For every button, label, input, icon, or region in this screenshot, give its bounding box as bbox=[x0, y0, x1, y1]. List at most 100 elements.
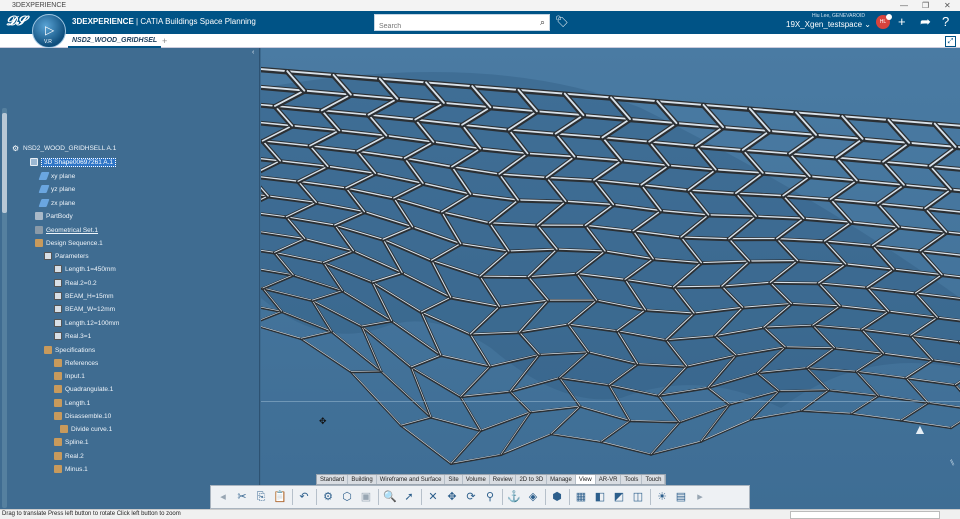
tree-root-node[interactable]: ⚙ NSD2_WOOD_GRIDHSELL A.1 bbox=[12, 142, 116, 154]
tree-node-icon bbox=[54, 465, 62, 473]
restore-icon[interactable]: ❐ bbox=[922, 0, 929, 11]
tree-item[interactable]: xy plane bbox=[38, 170, 75, 182]
collapse-panel-icon[interactable]: ‹ bbox=[252, 49, 254, 56]
compass-widget[interactable]: ▷ V.R bbox=[32, 14, 66, 48]
tree-node-icon bbox=[35, 226, 43, 234]
tree-item[interactable]: Length.1 bbox=[54, 397, 90, 409]
tab-review[interactable]: Review bbox=[490, 475, 517, 484]
tree-item-label: Input.1 bbox=[65, 372, 85, 380]
tree-item[interactable]: Real.2 bbox=[54, 450, 84, 462]
tab-building[interactable]: Building bbox=[348, 475, 377, 484]
tab-tools[interactable]: Tools bbox=[621, 475, 643, 484]
dassault-logo[interactable]: 𝓓𝓢 bbox=[6, 14, 26, 29]
rotate-icon[interactable]: ⟳ bbox=[463, 489, 479, 505]
view-cube-icon[interactable]: ◈ bbox=[525, 489, 541, 505]
tree-item[interactable]: BEAM_H=15mm bbox=[54, 290, 114, 302]
paste-icon[interactable]: 📋 bbox=[272, 489, 288, 505]
pan-icon[interactable]: ✥ bbox=[444, 489, 460, 505]
tree-item[interactable]: BEAM_W=12mm bbox=[54, 303, 115, 315]
tree-item[interactable]: yz plane bbox=[38, 183, 75, 195]
tab-2d-to-3d[interactable]: 2D to 3D bbox=[516, 475, 548, 484]
search-input[interactable] bbox=[375, 19, 525, 34]
tag-icon[interactable]: 🏷 bbox=[555, 15, 569, 28]
add-tab-button[interactable]: + bbox=[162, 34, 167, 48]
normal-view-icon[interactable]: ⚓ bbox=[506, 489, 522, 505]
render-style-icon[interactable]: ⬢ bbox=[549, 489, 565, 505]
tree-node-icon bbox=[44, 252, 52, 260]
tree-item[interactable]: Design Sequence.1 bbox=[35, 237, 103, 249]
tree-item-label: NSD2_WOOD_GRIDHSELL A.1 bbox=[23, 144, 117, 152]
command-input[interactable] bbox=[790, 511, 940, 519]
share-icon[interactable]: ➦ bbox=[920, 14, 931, 30]
tab-volume[interactable]: Volume bbox=[463, 475, 490, 484]
tab-ar-vr[interactable]: AR-VR bbox=[596, 475, 622, 484]
gridshell-beam bbox=[799, 409, 853, 415]
tree-item[interactable]: Input.1 bbox=[54, 370, 85, 382]
tree-item-label: Divide curve.1 bbox=[71, 425, 113, 433]
tab-site[interactable]: Site bbox=[445, 475, 463, 484]
tree-scrollbar-thumb[interactable] bbox=[2, 113, 7, 213]
tree-item[interactable]: zx plane bbox=[38, 197, 76, 209]
tab-standard[interactable]: Standard bbox=[317, 475, 349, 484]
shading-icon[interactable]: ▣ bbox=[358, 489, 374, 505]
tree-item[interactable]: Real.3=1 bbox=[54, 330, 91, 342]
more-icon[interactable]: ▸ bbox=[692, 489, 708, 505]
tree-item-label: zx plane bbox=[51, 199, 76, 207]
zoom-icon[interactable]: 🔍 bbox=[382, 489, 398, 505]
cut-icon[interactable]: ✂ bbox=[234, 489, 250, 505]
gridshell-beam-highlight bbox=[924, 188, 952, 210]
search-box[interactable]: ⌕ bbox=[374, 14, 550, 34]
tree-item[interactable]: Specifications bbox=[44, 344, 95, 356]
tree-item[interactable]: Disassemble.10 bbox=[54, 410, 111, 422]
tab-wireframe-and-surface[interactable]: Wireframe and Surface bbox=[377, 475, 446, 484]
collab-space-selector[interactable]: 19X_Xgen_testspace ⌄ bbox=[786, 20, 871, 29]
tree-item[interactable]: Quadrangulate.1 bbox=[54, 383, 113, 395]
help-icon[interactable]: ? bbox=[942, 14, 949, 29]
fit-all-icon[interactable]: ✕ bbox=[425, 489, 441, 505]
zoom-in-out-icon[interactable]: ⚲ bbox=[482, 489, 498, 505]
tree-item[interactable]: 3D Shape00697261 A.1 bbox=[30, 156, 117, 168]
settings-icon[interactable]: ⚙ bbox=[320, 489, 336, 505]
hide-show-icon[interactable]: ▦ bbox=[573, 489, 589, 505]
tree-item[interactable]: Spline.1 bbox=[54, 436, 89, 448]
close-icon[interactable]: ✕ bbox=[944, 0, 951, 11]
separator bbox=[292, 489, 293, 505]
tree-item[interactable]: Minus.1 bbox=[54, 463, 88, 475]
minimize-icon[interactable]: — bbox=[900, 0, 908, 11]
scroll-left-icon[interactable]: ◂ bbox=[215, 489, 231, 505]
cube-icon[interactable]: ⬡ bbox=[339, 489, 355, 505]
tree-node-icon bbox=[54, 438, 62, 446]
fullscreen-icon[interactable]: ⤢ bbox=[945, 36, 956, 47]
add-icon[interactable]: + bbox=[898, 14, 906, 29]
tree-item[interactable]: References bbox=[54, 357, 98, 369]
avatar[interactable]: HL bbox=[876, 14, 892, 29]
tree-item[interactable]: Length.1=450mm bbox=[54, 263, 116, 275]
tree-item[interactable]: Divide curve.1 bbox=[60, 423, 112, 435]
copy-icon[interactable]: ⎘ bbox=[253, 489, 269, 505]
gridshell-beam bbox=[649, 440, 703, 456]
tree-node-icon bbox=[54, 359, 62, 367]
tree-item[interactable]: Real.2=0.2 bbox=[54, 277, 97, 289]
lighting-icon[interactable]: ☀ bbox=[654, 489, 670, 505]
tree-item-label: Length.1=450mm bbox=[65, 265, 116, 273]
tab-document[interactable]: NSD2_WOOD_GRIDHSEL bbox=[68, 34, 162, 48]
tab-touch[interactable]: Touch bbox=[642, 475, 666, 484]
gridshell-beam-highlight bbox=[741, 130, 771, 151]
snapshot-icon[interactable]: ◩ bbox=[611, 489, 627, 505]
display-options-icon[interactable]: ▤ bbox=[673, 489, 689, 505]
tree-item[interactable]: Geometrical Set.1 bbox=[35, 224, 98, 236]
select-icon[interactable]: ➚ bbox=[401, 489, 417, 505]
tree-item[interactable]: Parameters bbox=[44, 250, 89, 262]
tree-item[interactable]: Length.12=100mm bbox=[54, 317, 119, 329]
3d-viewport[interactable]: ▲ ✥ ⫽ bbox=[261, 48, 960, 511]
capture-icon[interactable]: ◫ bbox=[630, 489, 646, 505]
search-icon[interactable]: ⌕ bbox=[540, 17, 545, 28]
undo-icon[interactable]: ↶ bbox=[296, 489, 312, 505]
robot-compass-icon[interactable]: ▲ bbox=[913, 421, 927, 437]
swap-visible-icon[interactable]: ◧ bbox=[592, 489, 608, 505]
tree-item[interactable]: PartBody bbox=[35, 210, 73, 222]
gridshell-beam bbox=[299, 337, 353, 374]
tab-view[interactable]: View bbox=[575, 475, 596, 484]
tab-manage[interactable]: Manage bbox=[547, 475, 576, 484]
play-icon[interactable]: ▷ bbox=[45, 23, 54, 37]
